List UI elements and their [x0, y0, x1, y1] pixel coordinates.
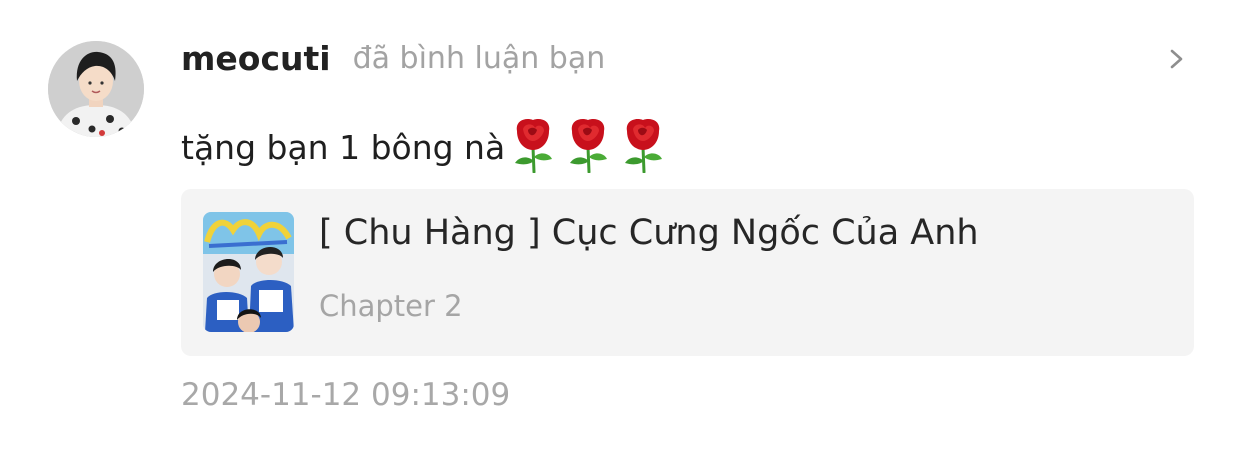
- story-chapter: Chapter 2: [319, 289, 463, 323]
- notification-header: meocuti đã bình luận bạn: [181, 36, 605, 80]
- story-card[interactable]: [ Chu Hàng ] Cục Cưng Ngốc Của Anh Chapt…: [181, 189, 1194, 356]
- comment-text: tặng bạn 1 bông nà: [181, 127, 506, 167]
- action-text: đã bình luận bạn: [352, 40, 606, 76]
- user-avatar[interactable]: [48, 41, 144, 137]
- comment: tặng bạn 1 bông nà: [181, 119, 672, 174]
- story-cover-image[interactable]: [203, 212, 294, 332]
- username[interactable]: meocuti: [181, 39, 331, 78]
- rose-emoji-icon: [562, 117, 614, 177]
- rose-emoji-icon: [617, 117, 669, 177]
- comment-notification[interactable]: meocuti đã bình luận bạn tặng bạn 1 bông…: [0, 0, 1242, 453]
- emoji-group: [507, 117, 672, 177]
- chevron-right-icon[interactable]: [1163, 45, 1191, 73]
- timestamp: 2024-11-12 09:13:09: [181, 377, 511, 413]
- rose-emoji-icon: [507, 117, 559, 177]
- story-title[interactable]: [ Chu Hàng ] Cục Cưng Ngốc Của Anh: [319, 213, 979, 253]
